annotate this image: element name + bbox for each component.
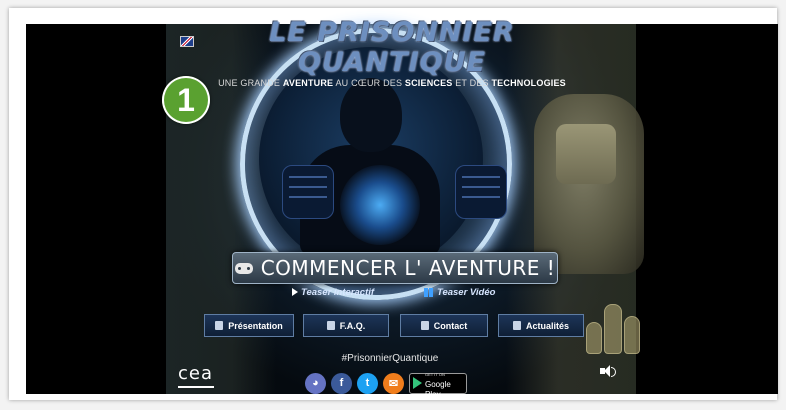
question-icon (326, 321, 335, 330)
uk-flag-icon[interactable] (180, 36, 194, 47)
bottles-decoration (586, 294, 646, 354)
site-header: LE PRISONNIER QUANTIQUE UNE GRANDE AVENT… (196, 17, 588, 89)
discord-icon[interactable]: ◕ (305, 372, 326, 394)
cea-logo[interactable]: cea (178, 363, 213, 384)
start-adventure-label: COMMENCER L' AVENTURE ! (260, 256, 556, 280)
right-fist-icon (455, 165, 507, 219)
play-icon (292, 288, 298, 297)
step-number-badge: 1 (162, 76, 210, 124)
social-links: ◕ f t ✉ GET IT ON Google Play (305, 372, 467, 398)
quantum-glow (340, 165, 420, 245)
teaser-video-link[interactable]: Teaser Vidéo (424, 287, 495, 298)
nav-news-button[interactable]: Actualités (498, 314, 584, 337)
site-tagline: UNE GRANDE AVENTURE AU CŒUR DES SCIENCES… (218, 78, 566, 88)
envelope-icon (420, 321, 429, 330)
google-play-button[interactable]: GET IT ON Google Play (409, 372, 467, 398)
document-icon (215, 321, 224, 330)
email-icon[interactable]: ✉ (383, 372, 404, 394)
prisoner-silhouette-head (340, 78, 402, 152)
hashtag-text: #PrisonnierQuantique (341, 353, 439, 364)
site-title: LE PRISONNIER QUANTIQUE (269, 17, 515, 78)
video-icon (424, 287, 433, 297)
gamepad-icon (234, 262, 253, 274)
google-play-icon (413, 377, 422, 389)
news-icon (512, 321, 521, 330)
start-adventure-button[interactable]: COMMENCER L' AVENTURE ! (232, 252, 558, 284)
left-fist-icon (282, 165, 334, 219)
nav-contact-button[interactable]: Contact (400, 314, 488, 337)
cea-logo-underline (178, 386, 214, 388)
statue-face-decoration (556, 124, 616, 184)
twitter-icon[interactable]: t (357, 372, 378, 394)
nav-presentation-button[interactable]: Présentation (204, 314, 294, 337)
teaser-interactive-link[interactable]: Teaser interactif (292, 287, 374, 298)
facebook-icon[interactable]: f (331, 372, 352, 394)
nav-faq-button[interactable]: F.A.Q. (303, 314, 389, 337)
speaker-icon[interactable] (600, 364, 616, 378)
statue-decoration (534, 94, 644, 274)
